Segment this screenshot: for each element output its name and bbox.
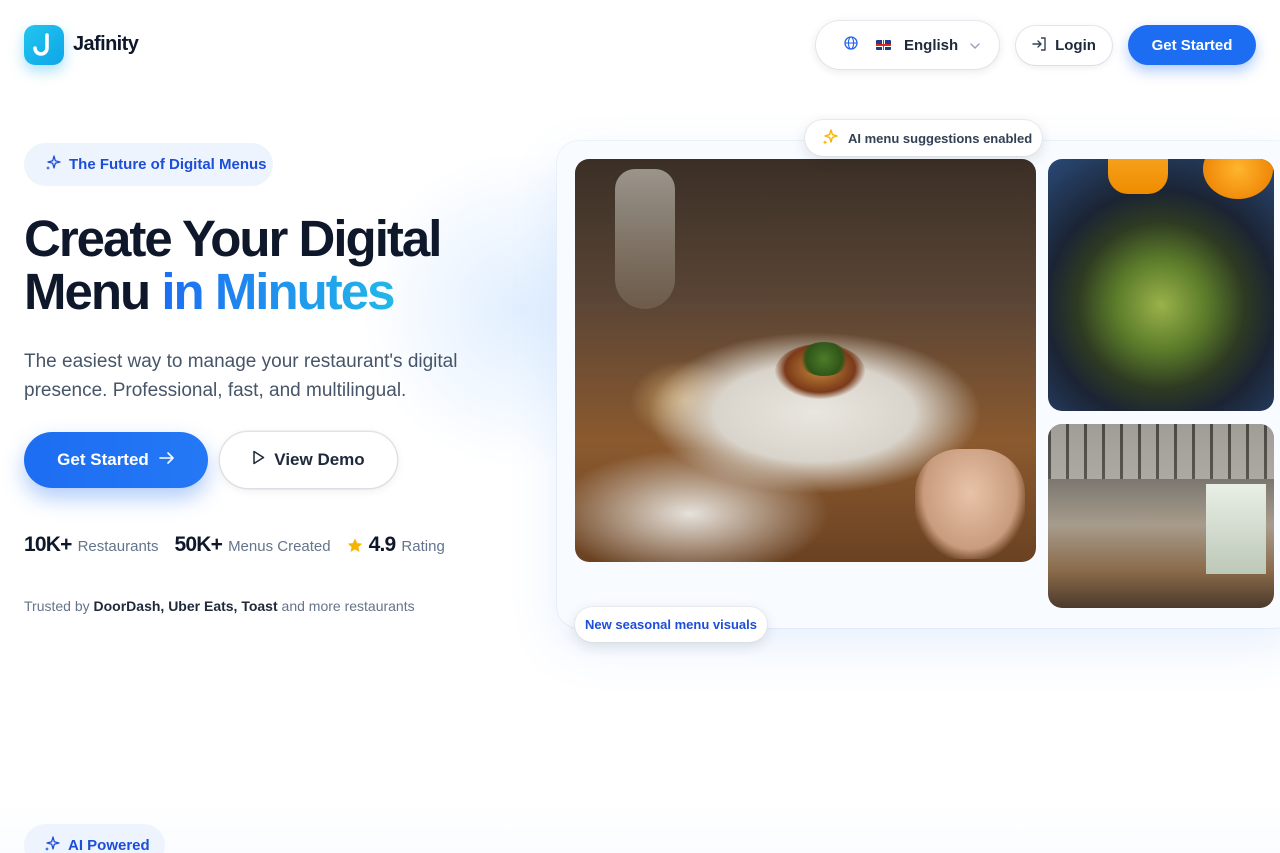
seasonal-visuals-pill: New seasonal menu visuals <box>575 607 767 642</box>
trusted-prefix: Trusted by <box>24 598 94 614</box>
hand-detail <box>915 449 1025 559</box>
language-label: English <box>904 36 959 54</box>
brand-name[interactable]: Jafinity <box>73 33 139 56</box>
login-icon <box>1032 36 1047 55</box>
globe-icon <box>844 35 858 55</box>
login-label: Login <box>1055 37 1096 54</box>
ai-powered-badge: AI Powered <box>24 824 165 853</box>
window-detail <box>1206 484 1266 574</box>
trusted-suffix: and more restaurants <box>277 598 415 614</box>
stat-menus: 50K+ Menus Created <box>174 533 330 557</box>
get-started-label: Get Started <box>57 450 149 469</box>
ai-powered-label: AI Powered <box>68 837 150 853</box>
view-demo-button[interactable]: View Demo <box>220 432 397 488</box>
next-section-background <box>0 800 1280 853</box>
wine-glass-detail <box>615 169 675 309</box>
stat-restaurants: 10K+ Restaurants <box>24 533 158 557</box>
ai-suggestions-pill: AI menu suggestions enabled <box>805 120 1042 156</box>
stat-value: 10K+ <box>24 533 72 556</box>
hero-title-line2: Menu <box>24 263 162 320</box>
stat-rating: 4.9 Rating <box>347 533 445 557</box>
get-started-button[interactable]: Get Started <box>24 432 208 488</box>
ai-suggestions-label: AI menu suggestions enabled <box>848 130 1033 146</box>
hero-badge-label: The Future of Digital Menus <box>69 156 267 173</box>
stat-value: 50K+ <box>174 533 223 556</box>
language-selector[interactable]: English <box>816 21 999 69</box>
star-icon <box>347 538 363 558</box>
view-demo-label: View Demo <box>274 450 365 469</box>
sparkles-icon <box>821 128 839 149</box>
trusted-brands: DoorDash, Uber Eats, Toast <box>93 598 278 614</box>
orange-detail <box>1203 159 1273 199</box>
hero-title-accent: in Minutes <box>161 263 395 320</box>
hero-subtitle: The easiest way to manage your restauran… <box>24 351 458 401</box>
trusted-by-text: Trusted by DoorDash, Uber Eats, Toast an… <box>24 598 415 614</box>
stat-label: Restaurants <box>77 538 159 555</box>
login-button[interactable]: Login <box>1016 26 1112 65</box>
garnish-detail <box>799 342 849 376</box>
sparkles-icon <box>44 835 60 853</box>
hero-badge: The Future of Digital Menus <box>24 143 273 186</box>
stat-label: Menus Created <box>228 538 331 555</box>
hero-title-line1: Create Your Digital <box>24 210 442 267</box>
hero-title: Create Your Digital Menu in Minutes <box>24 212 544 318</box>
salad-image <box>1048 159 1274 411</box>
play-icon <box>252 450 265 470</box>
stat-value: 4.9 <box>368 533 397 556</box>
stats-row: 10K+ Restaurants 50K+ Menus Created 4.9 … <box>24 533 461 557</box>
stat-label: Rating <box>401 538 445 555</box>
header-get-started-button[interactable]: Get Started <box>1128 25 1256 65</box>
cafe-interior-image <box>1048 424 1274 608</box>
sparkles-icon <box>45 154 61 175</box>
juice-detail <box>1108 159 1168 194</box>
arrow-right-icon <box>159 450 175 470</box>
logo-icon[interactable] <box>24 25 64 65</box>
restaurant-dining-image <box>575 159 1036 562</box>
flag-uk-icon <box>876 40 891 50</box>
chevron-down-icon <box>970 36 980 54</box>
ceiling-detail <box>1048 424 1274 479</box>
